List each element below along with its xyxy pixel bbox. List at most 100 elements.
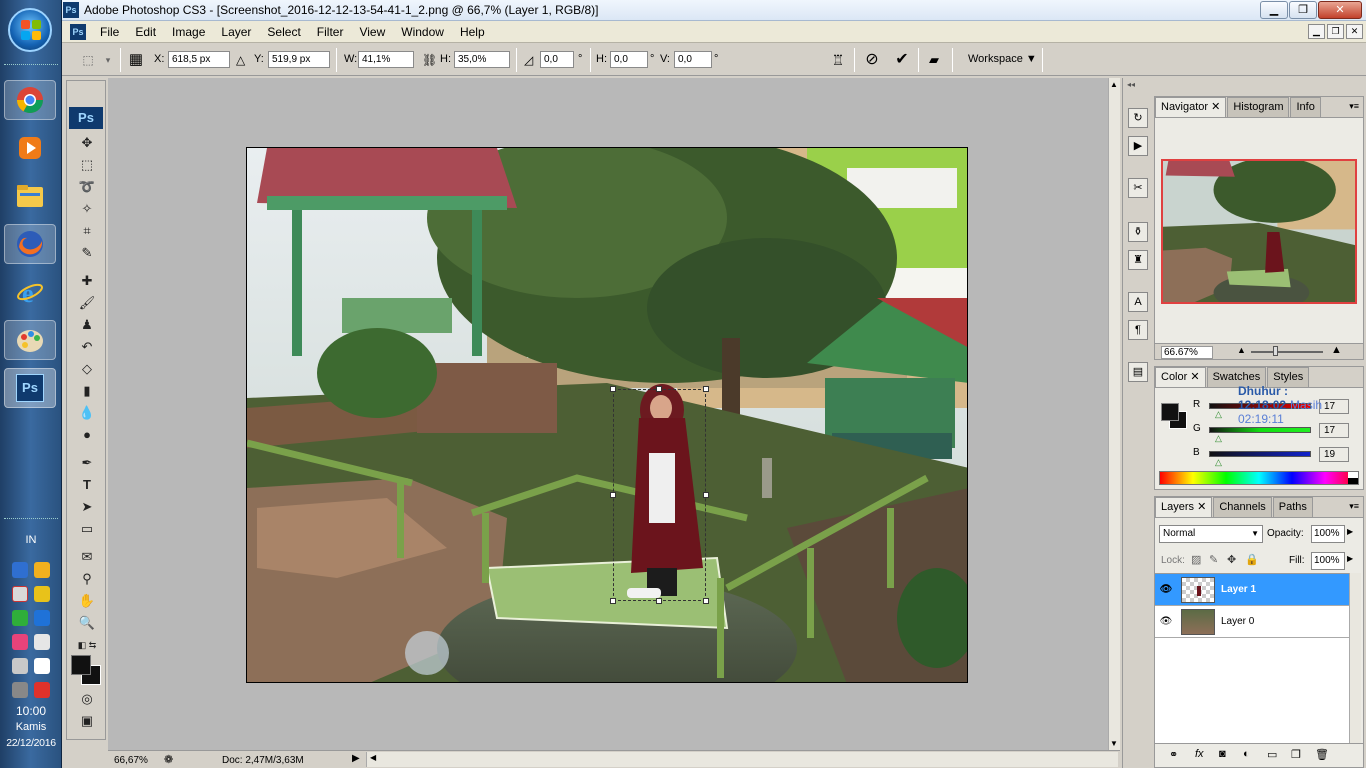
brushes-palette-icon[interactable]: ⚱ [1128,222,1148,242]
tab-histogram[interactable]: Histogram [1227,97,1290,117]
menu-filter[interactable]: Filter [309,25,352,39]
character-palette-icon[interactable]: A [1128,292,1148,312]
layer-0-name[interactable]: Layer 0 [1221,616,1254,627]
layer-comps-palette-icon[interactable]: ▤ [1128,362,1148,382]
menu-help[interactable]: Help [452,25,493,39]
tool-preset-dropdown-icon[interactable]: ▾ [98,50,118,70]
transform-handle-bottom-right[interactable] [703,598,709,604]
path-selection-tool-icon[interactable]: ➤ [76,497,98,517]
clock-date[interactable]: 22/12/2016 [0,737,62,749]
tab-layers[interactable]: Layers ✕ [1155,497,1213,517]
menu-image[interactable]: Image [164,25,213,39]
red-slider-thumb-icon[interactable]: △ [1215,409,1222,420]
link-layers-icon[interactable]: ⚭ [1169,748,1178,761]
security-center-icon[interactable] [34,586,50,602]
lock-transparent-icon[interactable]: ▨ [1191,553,1201,566]
start-button[interactable] [8,8,52,52]
green-channel-slider[interactable] [1209,427,1311,433]
network-link-icon[interactable] [12,562,28,578]
document-restore-button[interactable]: ❐ [1327,24,1344,39]
network-error-icon[interactable] [12,586,28,602]
tab-paths[interactable]: Paths [1272,497,1313,517]
clone-stamp-tool-icon[interactable]: ♟ [76,315,98,335]
tab-color[interactable]: Color ✕ [1155,367,1206,387]
display-icon[interactable] [12,682,28,698]
paragraph-palette-icon[interactable]: ¶ [1128,320,1148,340]
vertical-scrollbar[interactable]: ▲ ▼ [1108,78,1120,750]
blend-mode-dropdown[interactable]: Normal ▼ [1159,525,1263,543]
document-canvas-area[interactable] [108,78,1108,750]
horizontal-skew-field[interactable]: 0,0 [610,51,648,68]
title-bar[interactable]: Ps Adobe Photoshop CS3 - [Screenshot_201… [62,0,1366,21]
healing-brush-tool-icon[interactable]: ✚ [76,271,98,291]
new-group-icon[interactable]: ▭ [1267,748,1277,761]
opacity-field[interactable]: 100% [1311,525,1345,543]
history-brush-tool-icon[interactable]: ↶ [76,337,98,357]
blue-slider-thumb-icon[interactable]: △ [1215,457,1222,468]
y-field[interactable]: 519,9 px [268,51,330,68]
crop-tool-icon[interactable]: ⌗ [76,221,98,241]
eyedropper-tool-icon[interactable]: ⚲ [76,569,98,589]
expand-dock-icon[interactable]: ◂◂ [1127,80,1135,89]
quick-mask-icon[interactable]: ◎ [76,689,98,709]
angle-field[interactable]: 0,0 [540,51,574,68]
layer-row-layer-0[interactable]: 👁 Layer 0 [1155,606,1349,638]
document-close-button[interactable]: ✕ [1346,24,1363,39]
eraser-tool-icon[interactable]: ◇ [76,359,98,379]
scroll-up-icon[interactable]: ▲ [1110,80,1118,89]
layer-style-icon[interactable]: fx [1195,748,1204,760]
triangle-app-icon[interactable] [12,610,28,626]
menu-edit[interactable]: Edit [127,25,164,39]
layers-scrollbar[interactable] [1349,573,1361,743]
scroll-left-icon[interactable]: ◀ [370,753,376,762]
transform-handle-left[interactable] [610,492,616,498]
zoom-in-icon[interactable]: ▲ [1331,344,1342,356]
tab-info[interactable]: Info [1290,97,1321,117]
color-foreground-swatch[interactable] [1161,403,1179,421]
history-palette-icon[interactable]: ↻ [1128,108,1148,128]
menu-window[interactable]: Window [393,25,452,39]
taskbar-app-media-player[interactable] [4,128,56,168]
slice-tool-icon[interactable]: ✎ [76,243,98,263]
link-icon[interactable]: ⛓ [422,53,437,67]
relative-position-icon[interactable]: △ [236,53,245,67]
tool-presets-palette-icon[interactable]: ✂ [1128,178,1148,198]
width-field[interactable]: 41,1% [358,51,414,68]
brush-tool-icon[interactable]: 🖌 [76,293,98,313]
pen-tool-icon[interactable]: ✒ [76,453,98,473]
status-menu-arrow-icon[interactable]: ▶ [352,753,360,764]
taskbar-app-photoshop[interactable]: Ps [4,368,56,408]
blur-tool-icon[interactable]: 💧 [76,403,98,423]
taskbar-app-paint[interactable] [4,320,56,360]
magic-wand-tool-icon[interactable]: ✧ [76,199,98,219]
horizontal-scrollbar[interactable]: ◀ [366,752,1118,767]
restore-button[interactable]: ❐ [1289,1,1317,19]
minimize-button[interactable]: ▁ [1260,1,1288,19]
transform-handle-right[interactable] [703,492,709,498]
move-tool-icon[interactable]: ✥ [76,133,98,153]
notes-tool-icon[interactable]: ✉ [76,547,98,567]
vertical-skew-field[interactable]: 0,0 [674,51,712,68]
clock-time[interactable]: 10:00 [0,704,62,718]
navigator-zoom-slider[interactable] [1251,351,1323,353]
fill-field[interactable]: 100% [1311,552,1345,570]
lasso-tool-icon[interactable]: ➰ [76,177,98,197]
transform-handle-top-left[interactable] [610,386,616,392]
photoshop-icon[interactable]: Ps [70,24,86,40]
navigator-preview[interactable] [1161,159,1357,304]
transform-handle-bottom[interactable] [656,598,662,604]
visibility-eye-icon[interactable]: 👁 [1159,584,1173,596]
taskbar-app-chrome[interactable] [4,80,56,120]
zoom-tool-icon[interactable]: 🔍 [76,613,98,633]
toolbox-photoshop-logo[interactable]: Ps [69,107,103,129]
type-tool-icon[interactable]: T [76,475,98,495]
navigator-zoom-thumb[interactable] [1273,346,1278,356]
transform-handle-bottom-left[interactable] [610,598,616,604]
bluetooth-icon[interactable] [34,610,50,626]
marquee-tool-icon[interactable]: ⬚ [76,155,98,175]
tab-navigator[interactable]: Navigator ✕ [1155,97,1227,117]
foreground-color-swatch[interactable] [71,655,91,675]
gradient-tool-icon[interactable]: ▮ [76,381,98,401]
cancel-transform-icon[interactable]: ⊘ [862,50,882,70]
scroll-down-icon[interactable]: ▼ [1110,739,1118,748]
